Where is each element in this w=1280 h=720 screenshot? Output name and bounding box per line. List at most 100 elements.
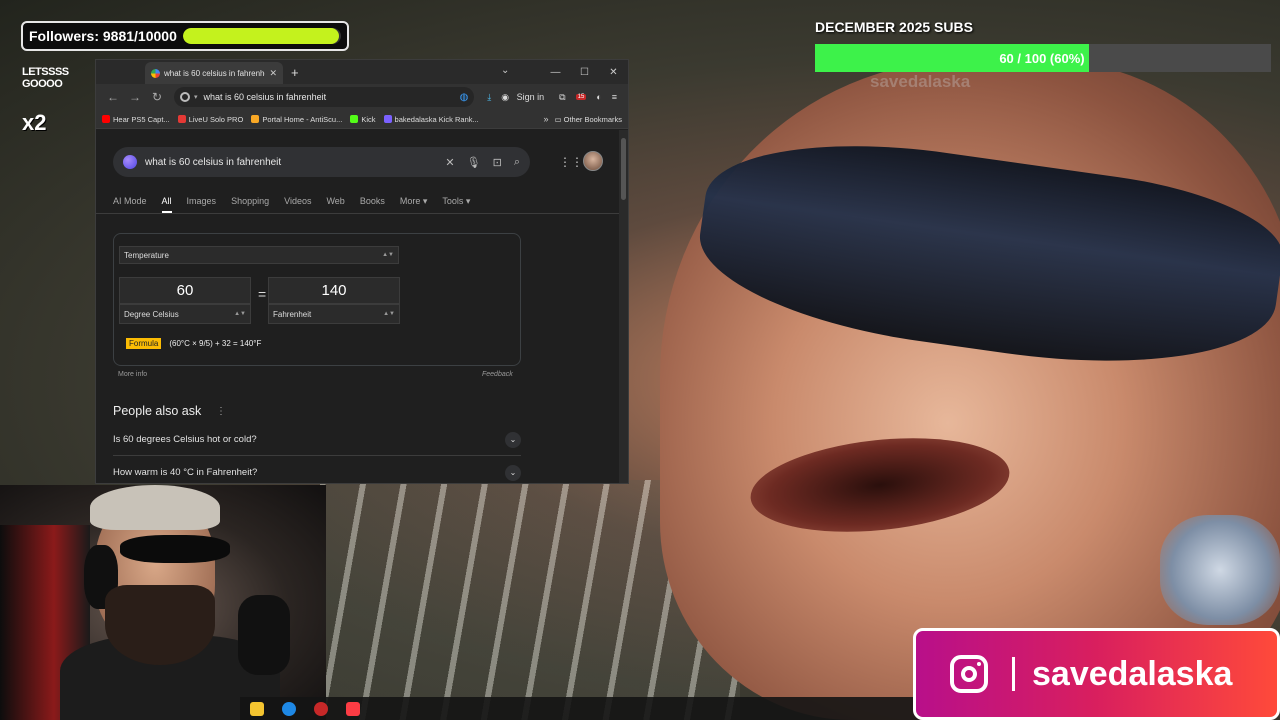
folder-icon: ▭ [554,114,564,124]
tab-tools[interactable]: Tools ▾ [442,196,470,213]
clear-icon[interactable]: ✕ [445,156,454,169]
tab-videos[interactable]: Videos [284,196,311,213]
search-query[interactable]: what is 60 celsius in fahrenheit [145,157,433,168]
bookmark-favicon-icon [102,115,110,123]
streamer-sunglasses [120,535,230,563]
feedback-link[interactable]: Feedback [482,371,513,378]
lens-icon[interactable]: ⊡ [493,156,502,169]
profile-extension-icon[interactable]: ◐ [596,92,601,102]
music-app-icon[interactable] [346,701,360,716]
back-icon[interactable]: ← [102,90,124,104]
search-icon[interactable]: ⌕ [514,156,520,169]
to-unit-label: Fahrenheit [273,309,312,319]
paa-question-text: Is 60 degrees Celsius hot or cold? [113,434,257,445]
tab-shopping[interactable]: Shopping [231,196,269,213]
minimize-icon[interactable]: — [541,67,570,78]
chevron-down-icon[interactable]: ⌄ [505,464,521,481]
banner-divider [1012,657,1015,691]
category-select[interactable]: Temperature ▲▼ [119,246,399,264]
tab-strip: what is 60 celsius in fahrenheit ✕ + ⌄ —… [96,60,628,84]
scrollbar-thumb[interactable] [621,138,626,200]
extension-badge[interactable]: 15 [575,94,587,100]
tabs-divider [96,213,621,214]
unit-converter-card: Temperature ▲▼ 60 = 140 Degree Celsius ▲▼ … [113,233,521,366]
new-tab-button[interactable]: + [291,65,299,80]
bookmark-favicon-icon [383,115,392,123]
from-value-input[interactable]: 60 [119,277,251,304]
bookmarks-bar: Hear PS5 Capt... LiveU Solo PRO Portal H… [96,110,628,129]
recording-app-icon[interactable] [314,701,328,716]
bookmark-label: Kick [361,114,376,124]
to-unit-select[interactable]: Fahrenheit ▲▼ [268,304,400,324]
download-icon[interactable]: ⤓ [487,92,491,103]
equals-sign: = [258,286,267,302]
category-label: Temperature [124,250,169,260]
tab-web[interactable]: Web [326,196,344,213]
translate-icon[interactable]: ◍ [460,92,469,103]
sign-in-label: Sign in [516,92,545,102]
followers-fill [182,28,340,44]
select-arrow-icon: ▲▼ [382,252,394,258]
avatar[interactable] [583,151,603,171]
other-bookmarks-label: Other Bookmarks [563,114,622,124]
paa-question[interactable]: How warm is 40 °C in Fahrenheit? ⌄ [113,457,521,483]
to-value-input[interactable]: 140 [268,277,400,304]
edge-browser-icon[interactable] [282,701,296,716]
bookmark-item[interactable]: Portal Home - AntiScu... [251,115,342,124]
more-info-link[interactable]: More info [118,371,147,378]
streamer-hair [90,485,220,530]
select-arrow-icon: ▲▼ [234,311,246,317]
address-bar[interactable]: ▾ what is 60 celsius in fahrenheit ◍ [174,87,475,107]
watermark-handle: savedalaska [870,72,971,91]
extensions-icon[interactable]: ⧉ [559,92,565,103]
sign-in-button[interactable]: ◉ Sign in [501,92,549,103]
video-blur-overlay [1160,515,1280,625]
tab-images[interactable]: Images [187,196,217,213]
select-arrow-icon: ▲▼ [383,311,395,317]
subs-goal-bar: 60 / 100 (60%) [815,44,1271,72]
reload-icon[interactable]: ↻ [146,90,168,104]
bookmark-item[interactable]: LiveU Solo PRO [177,115,243,124]
from-unit-select[interactable]: Degree Celsius ▲▼ [119,304,251,324]
maximize-icon[interactable]: ☐ [570,67,599,78]
bookmark-favicon-icon [350,115,359,123]
other-bookmarks-folder[interactable]: ▭ Other Bookmarks [554,115,622,124]
bookmark-item[interactable]: Hear PS5 Capt... [102,115,170,124]
formula-text: (60°C × 9/5) + 32 = 140°F [169,339,262,348]
close-window-icon[interactable]: ✕ [599,67,628,78]
bookmark-item[interactable]: bakedalaska Kick Rank... [383,115,479,124]
taskbar [240,697,920,720]
followers-track [182,28,341,44]
badge-multiplier: x2 [22,110,47,135]
browser-tab[interactable]: what is 60 celsius in fahrenheit ✕ [145,62,283,84]
instagram-icon [950,655,988,693]
more-options-icon[interactable]: ⋮ [216,406,226,417]
search-tabs: AI Mode All Images Shopping Videos Web B… [113,196,485,213]
tab-all[interactable]: All [162,196,172,213]
people-also-ask-title: People also ask [113,404,202,418]
google-search-box[interactable]: what is 60 celsius in fahrenheit ✕ 🎙 ⊡ ⌕ [113,147,530,177]
bookmark-label: Hear PS5 Capt... [113,114,170,124]
tab-books[interactable]: Books [360,196,385,213]
bookmark-favicon-icon [177,115,186,123]
close-tab-icon[interactable]: ✕ [269,68,277,79]
more-bookmarks-icon[interactable]: » [543,114,548,124]
paa-question[interactable]: Is 60 degrees Celsius hot or cold? ⌄ [113,424,521,456]
paa-question-text: How warm is 40 °C in Fahrenheit? [113,467,258,478]
tab-more[interactable]: More ▾ [400,196,428,213]
tab-ai-mode[interactable]: AI Mode [113,196,147,213]
chevron-down-icon[interactable]: ⌄ [505,431,521,448]
bookmark-favicon-icon [251,115,260,123]
site-info-icon[interactable] [180,92,190,102]
chevron-down-icon[interactable]: ▾ [194,93,198,101]
file-explorer-icon[interactable] [250,701,264,716]
microphone-icon[interactable]: 🎙 [467,156,481,169]
google-ai-icon [123,155,137,169]
bookmark-item[interactable]: Kick [350,114,376,124]
page-scrollbar[interactable] [619,130,628,483]
forward-icon[interactable]: → [124,90,146,104]
multiplier-badge: LETSSSS GOOOO x2 [22,66,76,135]
url-text[interactable]: what is 60 celsius in fahrenheit [204,92,460,102]
menu-icon[interactable]: ≡ [612,92,617,102]
tab-search-icon[interactable]: ⌄ [501,65,509,76]
